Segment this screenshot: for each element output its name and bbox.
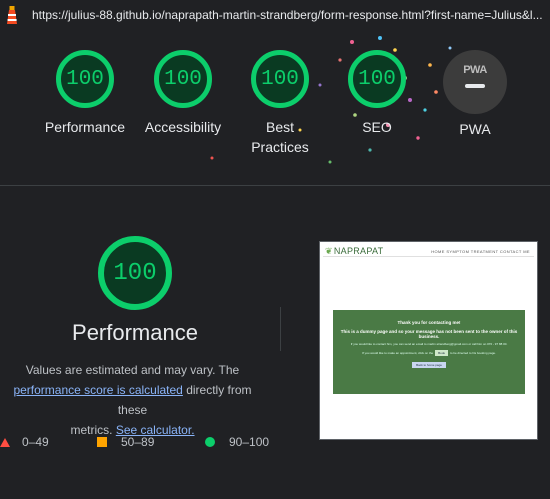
- pwa-badge: PWA: [443, 50, 507, 114]
- gauge-label: PWA: [459, 121, 491, 137]
- square-icon: [97, 437, 107, 447]
- legend-label: 50–89: [121, 435, 155, 449]
- legend-label: 90–100: [229, 435, 270, 449]
- gauge-accessibility[interactable]: 100 Accessibility: [128, 50, 238, 137]
- desc-text: Values are estimated and may vary. The: [25, 363, 240, 377]
- pwa-dash-icon: [465, 84, 485, 88]
- screenshot-book-button: Book: [435, 350, 448, 356]
- screenshot-text: If you would like to contact him, you ca…: [350, 342, 508, 346]
- legend-fail: 0–49: [0, 435, 49, 449]
- legend-pass: 90–100: [205, 435, 269, 449]
- triangle-icon: [0, 437, 10, 447]
- circle-icon: [205, 437, 215, 447]
- score-ring: 100: [154, 50, 212, 108]
- vertical-divider: [280, 307, 281, 351]
- score-ring: 100: [348, 50, 406, 108]
- gauge-seo[interactable]: 100 SEO: [322, 50, 432, 137]
- lighthouse-icon: [7, 6, 17, 24]
- gauge-label: Accessibility: [144, 119, 222, 135]
- score-ring: 100: [56, 50, 114, 108]
- screenshot-heading: Thank you for contacting me!: [397, 320, 461, 325]
- page-screenshot-thumbnail[interactable]: ❦NAPRAPAT HOME SYMPTOM TREATMENT CONTACT…: [319, 241, 538, 440]
- screenshot-header-line: [323, 256, 534, 257]
- gauge-label: Performance: [44, 119, 126, 135]
- gauge-label: SEO: [362, 119, 392, 135]
- screenshot-row-text: to be directed to his booking page.: [450, 351, 496, 355]
- gauge-performance[interactable]: 100 Performance: [30, 50, 140, 137]
- leaf-icon: ❦: [325, 246, 333, 256]
- performance-score-ring: 100: [98, 236, 172, 310]
- legend-label: 0–49: [22, 435, 49, 449]
- legend-average: 50–89: [97, 435, 154, 449]
- score-calculation-link[interactable]: performance score is calculated: [13, 383, 182, 397]
- screenshot-row-text: If you would like to make an appointment…: [362, 351, 434, 355]
- address-bar[interactable]: https://julius-88.github.io/naprapath-ma…: [0, 0, 550, 30]
- screenshot-home-button: Back to home page: [412, 362, 446, 368]
- performance-title: Performance: [72, 320, 198, 345]
- score-ring: 100: [251, 50, 309, 108]
- gauge-best-practices[interactable]: 100 Best Practices: [225, 50, 335, 157]
- screenshot-booking-row: If you would like to make an appointment…: [333, 350, 525, 356]
- gauge-label: Best Practices: [251, 119, 309, 155]
- gauge-pwa[interactable]: PWA PWA: [420, 50, 530, 139]
- screenshot-subheading: This is a dummy page and so your message…: [340, 329, 518, 339]
- screenshot-message-panel: Thank you for contacting me! This is a d…: [333, 310, 525, 394]
- pwa-badge-text: PWA: [463, 64, 487, 76]
- url-text[interactable]: https://julius-88.github.io/naprapath-ma…: [32, 8, 547, 22]
- screenshot-nav: HOME SYMPTOM TREATMENT CONTACT ME: [431, 249, 530, 254]
- category-gauges: 100 Performance 100 Accessibility 100 Be…: [0, 30, 550, 185]
- screenshot-content: ❦NAPRAPAT HOME SYMPTOM TREATMENT CONTACT…: [323, 245, 534, 436]
- performance-description: Values are estimated and may vary. The p…: [0, 360, 265, 440]
- screenshot-logo-text: NAPRAPAT: [333, 246, 384, 256]
- section-divider: [0, 185, 550, 186]
- performance-summary: 100 Performance: [0, 236, 270, 346]
